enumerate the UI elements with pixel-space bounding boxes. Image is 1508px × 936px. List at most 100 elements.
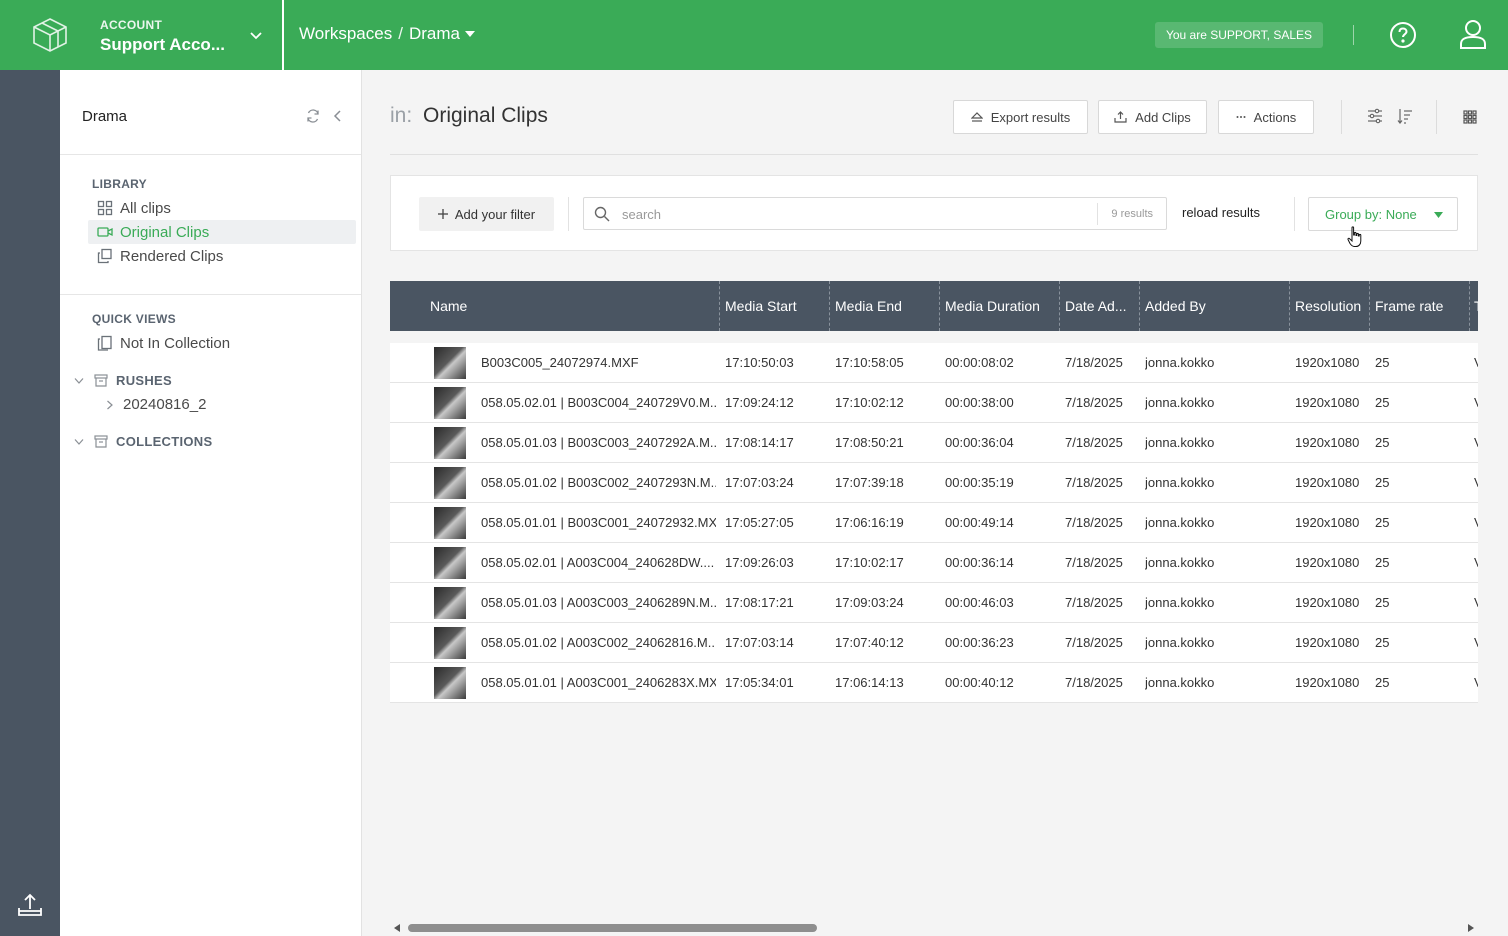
cell-date-added: 7/18/2025 [1065,515,1123,530]
breadcrumb-separator: / [398,24,403,43]
column-header-date-added[interactable]: Date Ad... [1065,281,1141,331]
column-resize-handle[interactable] [1369,281,1370,331]
cell-media-end: 17:10:58:05 [835,355,904,370]
sidebar-item-all-clips[interactable]: All clips [88,196,356,220]
grid-view-icon[interactable] [1463,110,1477,124]
column-resize-handle[interactable] [939,281,940,331]
export-results-label: Export results [990,109,1071,125]
cell-frame-rate: 25 [1375,675,1390,690]
cell-name: 058.05.01.02 | B003C002_2407293N.M... [481,475,716,490]
search-input[interactable] [622,204,1082,224]
sidebar-item-original-clips[interactable]: Original Clips [88,220,356,244]
collapse-sidebar-icon[interactable] [332,109,344,123]
column-header-type[interactable]: T [1474,281,1478,331]
search-icon [594,206,610,222]
tree-item-rushes[interactable]: RUSHES [74,373,172,388]
tree-item-collections[interactable]: COLLECTIONS [74,434,212,449]
caret-down-icon[interactable] [464,30,475,38]
column-header-name[interactable]: Name [430,281,710,331]
column-header-added-by[interactable]: Added By [1145,281,1285,331]
sidebar-title: Drama [82,108,128,125]
column-header-frame-rate[interactable]: Frame rate [1375,281,1465,331]
cell-type: V [1474,543,1478,582]
clip-thumbnail[interactable] [434,427,466,459]
cell-type: V [1474,343,1478,382]
add-clips-button[interactable]: Add Clips [1098,100,1207,134]
column-resize-handle[interactable] [829,281,830,331]
sort-icon[interactable] [1397,108,1413,124]
refresh-icon[interactable] [306,109,320,123]
chevron-down-icon[interactable] [249,28,263,42]
cell-media-duration: 00:00:36:04 [945,435,1014,450]
scroll-left-icon[interactable] [394,924,401,932]
cell-media-start: 17:08:17:21 [725,595,794,610]
upload-icon[interactable] [17,893,43,917]
clip-thumbnail[interactable] [434,347,466,379]
cell-media-duration: 00:00:36:23 [945,635,1014,650]
clip-thumbnail[interactable] [434,387,466,419]
account-name: Support Acco... [100,35,225,54]
sidebar-item-label: Original Clips [120,223,210,241]
clip-thumbnail[interactable] [434,667,466,699]
add-clips-label: Add Clips [1135,109,1191,125]
table-row[interactable]: 058.05.01.03 | B003C003_2407292A.M... 17… [390,423,1478,463]
chevron-right-icon[interactable] [106,400,113,410]
cell-media-start: 17:05:34:01 [725,675,794,690]
clip-thumbnail[interactable] [434,467,466,499]
table-row[interactable]: 058.05.01.03 | A003C003_2406289N.M... 17… [390,583,1478,623]
table-row[interactable]: 058.05.01.01 | A003C001_2406283X.MXF 17:… [390,663,1478,703]
column-resize-handle[interactable] [1469,281,1470,331]
user-icon[interactable] [1459,19,1487,49]
scroll-right-icon[interactable] [1467,924,1474,932]
table-row[interactable]: 058.05.02.01 | B003C004_240729V0.M... 17… [390,383,1478,423]
add-filter-button[interactable]: Add your filter [419,197,554,231]
cell-name: 058.05.01.01 | B003C001_24072932.MXF [481,515,716,530]
cell-media-duration: 00:00:40:12 [945,675,1014,690]
column-resize-handle[interactable] [1139,281,1140,331]
table-row[interactable]: 058.05.01.02 | A003C002_24062816.M... 17… [390,623,1478,663]
sidebar-item-rendered-clips[interactable]: Rendered Clips [88,244,356,268]
column-header-media-start[interactable]: Media Start [725,281,825,331]
chevron-down-icon[interactable] [74,438,84,446]
chevron-down-icon[interactable] [74,377,84,385]
column-header-resolution[interactable]: Resolution [1295,281,1369,331]
cell-frame-rate: 25 [1375,435,1390,450]
cell-date-added: 7/18/2025 [1065,675,1123,690]
cell-media-start: 17:09:24:12 [725,395,794,410]
breadcrumb-workspaces[interactable]: Workspaces [299,24,392,44]
account-switcher[interactable]: ACCOUNT Support Acco... [100,18,250,55]
table-row[interactable]: 058.05.01.02 | B003C002_2407293N.M... 17… [390,463,1478,503]
clip-thumbnail[interactable] [434,627,466,659]
cell-date-added: 7/18/2025 [1065,595,1123,610]
column-resize-handle[interactable] [1289,281,1290,331]
group-by-dropdown[interactable]: Group by: None [1308,197,1458,231]
column-resize-handle[interactable] [719,281,720,331]
clip-thumbnail[interactable] [434,587,466,619]
scrollbar-thumb[interactable] [408,924,817,932]
column-header-media-duration[interactable]: Media Duration [945,281,1060,331]
sidebar-item-not-in-collection[interactable]: Not In Collection [88,331,356,355]
upload-icon [1114,111,1127,123]
table-row[interactable]: 058.05.01.01 | B003C001_24072932.MXF 17:… [390,503,1478,543]
tree-item-20240816-2[interactable]: 20240816_2 [106,396,206,413]
breadcrumb-current[interactable]: Drama [409,24,460,44]
filter-settings-icon[interactable] [1367,108,1383,124]
help-icon[interactable] [1389,21,1417,49]
horizontal-scrollbar[interactable] [390,920,1478,936]
cell-added-by: jonna.kokko [1145,475,1215,490]
clip-thumbnail[interactable] [434,507,466,539]
actions-button[interactable]: Actions [1218,100,1314,134]
toolbar-divider [1341,100,1342,134]
quick-views-heading: QUICK VIEWS [92,312,176,326]
export-results-button[interactable]: Export results [953,100,1088,134]
library-heading: LIBRARY [92,177,147,191]
column-header-media-end[interactable]: Media End [835,281,935,331]
table-row[interactable]: 058.05.02.01 | A003C004_240628DW.... 17:… [390,543,1478,583]
cell-added-by: jonna.kokko [1145,395,1215,410]
table-row[interactable]: B003C005_24072974.MXF 17:10:50:03 17:10:… [390,343,1478,383]
caret-down-icon [1434,212,1443,218]
clip-thumbnail[interactable] [434,547,466,579]
column-resize-handle[interactable] [1059,281,1060,331]
app-logo-icon[interactable] [30,16,70,54]
reload-results-link[interactable]: reload results [1182,205,1260,220]
